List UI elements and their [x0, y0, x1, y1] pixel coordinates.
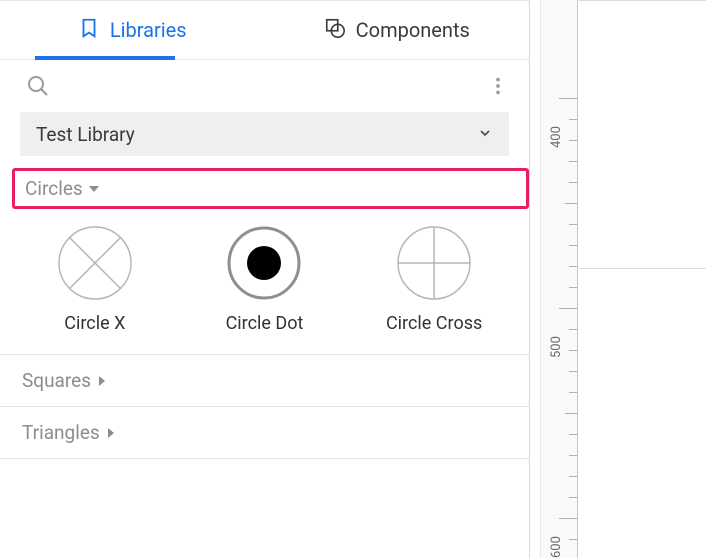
group-header-triangles[interactable]: Triangles — [0, 406, 529, 459]
tab-label-components: Components — [356, 18, 470, 42]
bookmark-icon — [78, 17, 100, 44]
group-label-squares: Squares — [22, 369, 91, 392]
libraries-panel: Libraries Components Test Library Circle… — [0, 0, 530, 558]
circle-dot-icon — [224, 223, 304, 303]
group-header-squares[interactable]: Squares — [0, 354, 529, 406]
tab-components[interactable]: Components — [265, 1, 530, 59]
shapes-icon — [324, 17, 346, 44]
shape-label: Circle Cross — [386, 313, 482, 334]
shape-label: Circle X — [64, 313, 125, 334]
circles-items: Circle X Circle Dot Circle Cross — [0, 209, 529, 354]
search-row — [0, 60, 529, 112]
group-header-circles[interactable]: Circles — [12, 168, 529, 209]
tab-libraries[interactable]: Libraries — [0, 1, 265, 59]
ruler-tick-label: 600 — [549, 536, 564, 558]
circle-cross-icon — [394, 223, 474, 303]
shape-label: Circle Dot — [226, 313, 304, 334]
ruler-track: 400 500 600 — [540, 0, 578, 558]
tab-label-libraries: Libraries — [110, 18, 187, 42]
triangle-right-icon — [99, 376, 105, 386]
shape-item-circle-x[interactable]: Circle X — [15, 223, 175, 334]
ruler-tick-label: 400 — [549, 126, 564, 148]
group-label-circles: Circles — [25, 177, 83, 200]
triangle-right-icon — [108, 428, 114, 438]
search-icon[interactable] — [26, 74, 50, 98]
shape-item-circle-cross[interactable]: Circle Cross — [354, 223, 514, 334]
group-label-triangles: Triangles — [22, 421, 100, 444]
library-select[interactable]: Test Library — [20, 112, 509, 156]
circle-x-icon — [55, 223, 135, 303]
vertical-ruler: 400 500 600 — [540, 0, 706, 558]
library-select-value: Test Library — [36, 123, 135, 146]
panel-tabs: Libraries Components — [0, 0, 529, 60]
more-icon[interactable] — [487, 75, 509, 97]
shape-item-circle-dot[interactable]: Circle Dot — [184, 223, 344, 334]
ruler-tick-label: 500 — [549, 336, 564, 358]
chevron-down-icon — [477, 122, 493, 146]
triangle-down-icon — [89, 186, 99, 192]
